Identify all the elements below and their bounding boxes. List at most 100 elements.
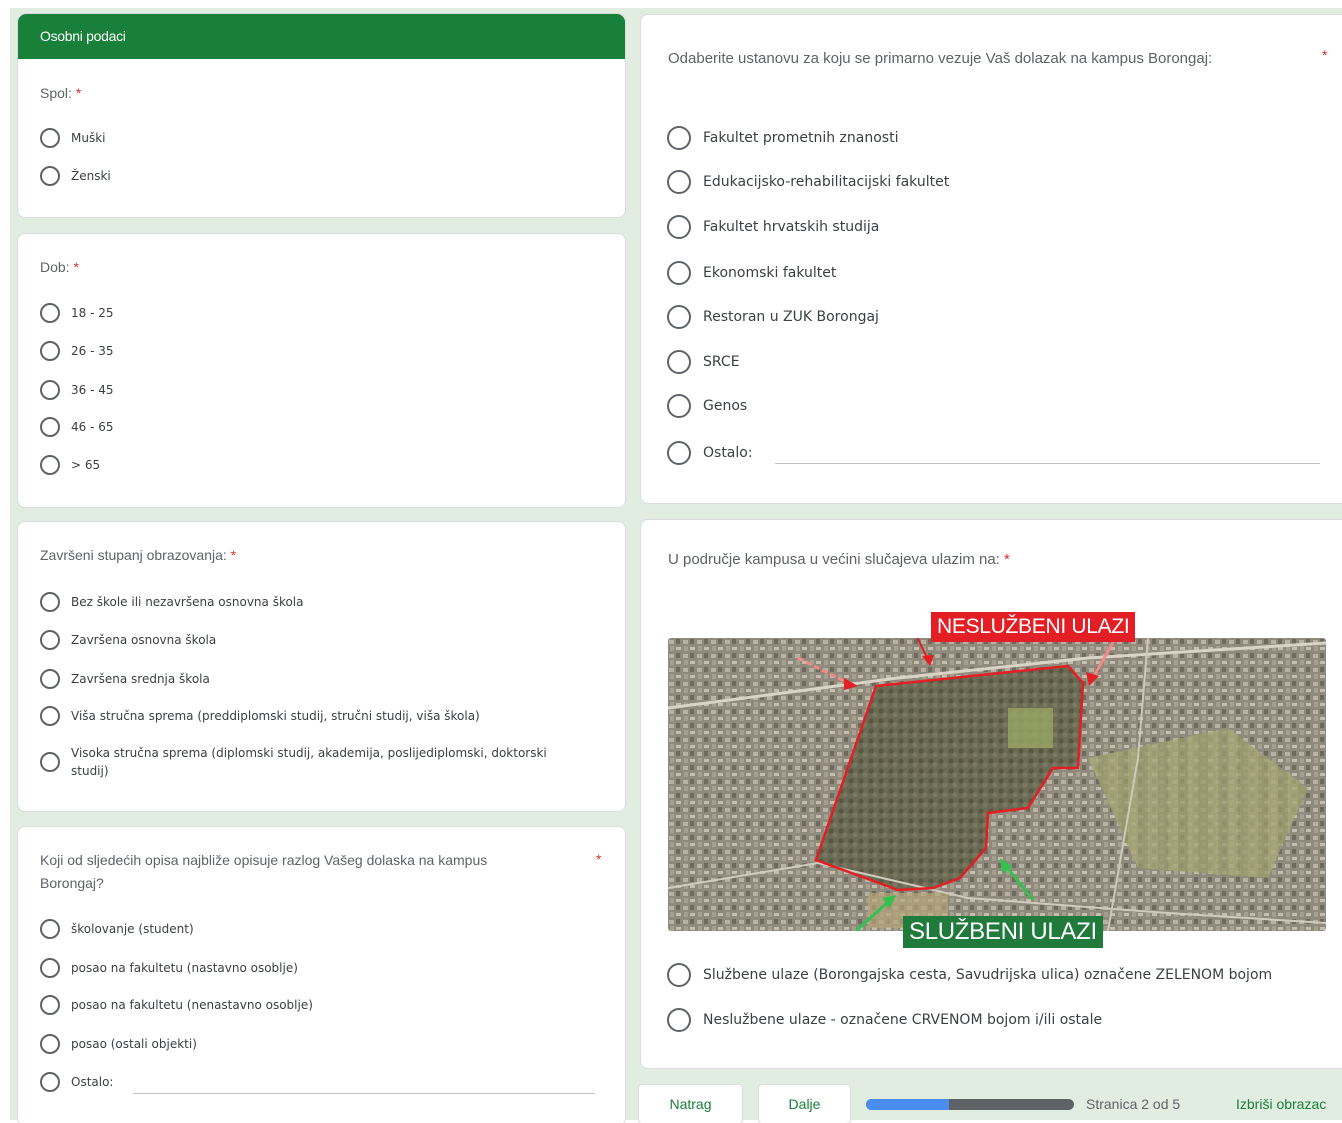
question-title-obrazovanje: Završeni stupanj obrazovanja: * (40, 547, 237, 563)
option-zensko[interactable]: Ženski (40, 166, 111, 186)
option-razlog-other[interactable]: Ostalo: (40, 1072, 113, 1092)
option-label: Ženski (71, 169, 111, 183)
option-label: SRCE (703, 354, 740, 370)
option-ulaz-official[interactable]: Službene ulaze (Borongajska cesta, Savud… (667, 963, 1272, 987)
radio-button[interactable] (667, 261, 691, 285)
question-title-razlog: Koji od sljedećih opisa najbliže opisuje… (40, 852, 488, 891)
option-ustanova-4[interactable]: Ekonomski fakultet (667, 261, 836, 285)
option-ustanova-5[interactable]: Restoran u ZUK Borongaj (667, 305, 879, 329)
option-label: 46 - 65 (71, 420, 114, 434)
radio-button[interactable] (667, 215, 691, 239)
option-ustanova-7[interactable]: Genos (667, 394, 747, 418)
option-ustanova-1[interactable]: Fakultet prometnih znanosti (667, 126, 898, 150)
option-obr-4[interactable]: Viša stručna sprema (preddiplomski studi… (40, 706, 480, 726)
radio-button[interactable] (40, 995, 60, 1015)
option-label: Fakultet prometnih znanosti (703, 130, 899, 146)
radio-button[interactable] (40, 1034, 60, 1054)
option-label: Genos (703, 398, 748, 414)
option-label: 18 - 25 (71, 306, 114, 320)
required-star: * (1004, 551, 1010, 568)
radio-button[interactable] (40, 417, 60, 437)
option-label: > 65 (71, 458, 101, 472)
option-dob-1[interactable]: 18 - 25 (40, 303, 114, 323)
required-star: * (596, 851, 602, 867)
radio-button[interactable] (667, 305, 691, 329)
radio-button[interactable] (40, 752, 60, 772)
radio-button[interactable] (40, 919, 60, 939)
campus-aerial-map (668, 638, 1326, 931)
option-razlog-4[interactable]: posao (ostali objekti) (40, 1034, 197, 1054)
radio-button[interactable] (40, 958, 60, 978)
card-dob: Dob: * 18 - 25 26 - 35 36 - 45 46 - 65 >… (17, 233, 626, 508)
progress-bar (866, 1099, 1074, 1110)
other-text-input[interactable] (133, 1093, 595, 1094)
radio-button[interactable] (40, 592, 60, 612)
card-ulaz: U područje kampusa u većini slučajeva ul… (640, 519, 1342, 1069)
option-dob-4[interactable]: 46 - 65 (40, 417, 114, 437)
question-title-spol: Spol: * (40, 85, 82, 101)
radio-button[interactable] (667, 170, 691, 194)
option-razlog-1[interactable]: školovanje (student) (40, 919, 194, 939)
option-razlog-3[interactable]: posao na fakultetu (nenastavno osoblje) (40, 995, 313, 1015)
option-label: Edukacijsko-rehabilitacijski fakultet (703, 174, 950, 190)
option-label: Službene ulaze (Borongajska cesta, Savud… (703, 967, 1273, 983)
required-star: * (73, 259, 79, 275)
option-ulaz-unofficial[interactable]: Neslužbene ulaze - označene CRVENOM bojo… (667, 1008, 1102, 1032)
radio-button[interactable] (40, 303, 60, 323)
option-label: Visoka stručna sprema (diplomski studij,… (71, 746, 547, 778)
option-dob-2[interactable]: 26 - 35 (40, 341, 114, 361)
option-label: Restoran u ZUK Borongaj (703, 309, 879, 325)
radio-button[interactable] (40, 706, 60, 726)
option-razlog-2[interactable]: posao na fakultetu (nastavno osoblje) (40, 958, 298, 978)
other-text-input[interactable] (775, 463, 1320, 464)
option-label: Ostalo: (71, 1075, 114, 1089)
radio-button[interactable] (40, 166, 60, 186)
option-obr-1[interactable]: Bez škole ili nezavršena osnovna škola (40, 592, 304, 612)
radio-button[interactable] (40, 128, 60, 148)
option-musko[interactable]: Muški (40, 128, 106, 148)
radio-button[interactable] (40, 630, 60, 650)
section-header: Osobni podaci (18, 14, 625, 59)
page-indicator: Stranica 2 od 5 (1086, 1096, 1181, 1112)
radio-button[interactable] (667, 963, 691, 987)
option-ustanova-other[interactable]: Ostalo: (667, 441, 753, 465)
option-ustanova-6[interactable]: SRCE (667, 350, 740, 374)
campus-map-image (668, 638, 1326, 931)
option-label: Muški (71, 131, 106, 145)
radio-button[interactable] (40, 341, 60, 361)
option-obr-3[interactable]: Završena srednja škola (40, 669, 210, 689)
card-ustanova: Odaberite ustanovu za koju se primarno v… (640, 14, 1342, 504)
radio-button[interactable] (40, 380, 60, 400)
radio-button[interactable] (667, 394, 691, 418)
option-ustanova-3[interactable]: Fakultet hrvatskih studija (667, 215, 879, 239)
card-obrazovanje: Završeni stupanj obrazovanja: * Bez škol… (17, 521, 626, 812)
option-label: posao na fakultetu (nenastavno osoblje) (71, 998, 313, 1012)
map-label-official-entrances: SLUŽBENI ULAZI (903, 916, 1103, 948)
radio-button[interactable] (667, 441, 691, 465)
question-title-ulaz: U područje kampusa u većini slučajeva ul… (668, 551, 1010, 568)
radio-button[interactable] (40, 455, 60, 475)
clear-form-link[interactable]: Izbriši obrazac (1236, 1096, 1326, 1112)
option-label: Ostalo: (703, 445, 753, 461)
map-field-patch (1008, 708, 1053, 748)
card-spol: Osobni podaci Spol: * Muški Ženski (17, 13, 626, 218)
radio-button[interactable] (40, 1072, 60, 1092)
option-obr-2[interactable]: Završena osnovna škola (40, 630, 216, 650)
option-label: Ekonomski fakultet (703, 265, 837, 281)
next-button[interactable]: Dalje (758, 1084, 851, 1123)
radio-button[interactable] (667, 126, 691, 150)
option-dob-5[interactable]: > 65 (40, 455, 100, 475)
radio-button[interactable] (667, 350, 691, 374)
required-star: * (1322, 47, 1328, 63)
option-label: posao na fakultetu (nastavno osoblje) (71, 961, 298, 975)
question-title-ustanova: Odaberite ustanovu za koju se primarno v… (668, 50, 1213, 67)
option-label: Završena srednja škola (71, 672, 210, 686)
radio-button[interactable] (667, 1008, 691, 1032)
option-ustanova-2[interactable]: Edukacijsko-rehabilitacijski fakultet (667, 170, 949, 194)
back-button[interactable]: Natrag (638, 1084, 743, 1123)
option-label: Neslužbene ulaze - označene CRVENOM bojo… (703, 1012, 1103, 1028)
option-label: 36 - 45 (71, 383, 114, 397)
option-dob-3[interactable]: 36 - 45 (40, 380, 114, 400)
option-obr-5[interactable]: Visoka stručna sprema (diplomski studij,… (40, 744, 580, 780)
radio-button[interactable] (40, 669, 60, 689)
